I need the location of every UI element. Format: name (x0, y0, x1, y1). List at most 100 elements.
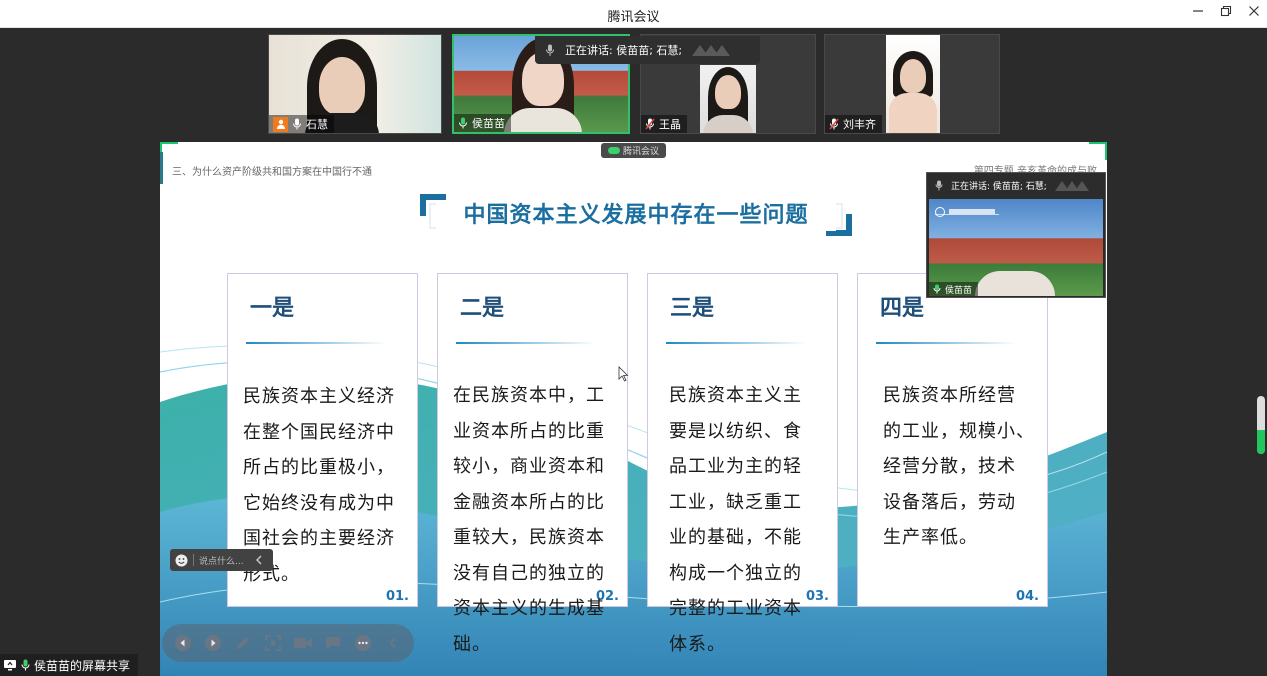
card-body-line: 要是以纺织、食 (669, 420, 802, 442)
screenshot-icon (265, 635, 281, 651)
participant-name: 侯苗苗 (472, 117, 505, 130)
microphone-active-icon (21, 659, 30, 671)
participant-face (319, 57, 365, 115)
emoji-icon[interactable] (175, 554, 188, 567)
close-icon (1249, 6, 1259, 16)
card-body-line: 构成一个独立的 (669, 562, 802, 584)
card-title: 三是 (670, 295, 715, 321)
app-badge-label: 腾讯会议 (622, 147, 659, 157)
screen-share-icon (4, 660, 16, 671)
participant-name: 王晶 (659, 118, 681, 131)
participant-namebar: 侯苗苗 (929, 282, 979, 296)
heading-box: 中国资本主义发展中存在一些问题 (420, 194, 852, 236)
minimize-button[interactable] (1186, 2, 1210, 24)
microphone-muted-icon (645, 118, 655, 130)
floating-video-header: 正在讲话: 侯苗苗; 石慧; (927, 173, 1105, 197)
speaking-wave-icon (1054, 181, 1089, 191)
avatar-icon (273, 116, 288, 132)
card-title: 二是 (460, 295, 505, 321)
title-bar: 腾讯会议 (0, 0, 1267, 28)
floating-video-window[interactable]: 正在讲话: 侯苗苗; 石慧; 侯苗苗 (926, 172, 1106, 298)
collapse-toolbar-button[interactable] (382, 632, 404, 654)
speaking-text: 正在讲话: 侯苗苗; 石慧; (951, 181, 1047, 192)
participant-namebar: 侯苗苗 (454, 114, 511, 132)
microphone-icon (546, 44, 554, 56)
restore-button[interactable] (1214, 2, 1238, 24)
card-body-line: 经营分散，技术 (883, 456, 1016, 477)
floating-video-feed: 侯苗苗 (929, 199, 1103, 296)
more-button[interactable] (352, 632, 374, 654)
screen-share-label: 侯苗苗的屏幕共享 (0, 654, 138, 676)
card-divider (876, 342, 1016, 344)
participant-body (889, 93, 937, 133)
school-logo (935, 203, 999, 217)
card-divider (246, 342, 386, 344)
card-body-line: 资本主义的生成基 (453, 598, 605, 619)
previous-icon (175, 635, 191, 651)
close-button[interactable] (1242, 2, 1266, 24)
previous-page-button[interactable] (172, 632, 194, 654)
card-body: 在民族资本中，工 业资本所占的比重 较小，商业资本和 金融资本所占的比 重较大，… (453, 378, 605, 662)
card-body-line: 它始终没有成为中 (243, 492, 395, 514)
participant-tile[interactable]: 刘丰齐 (824, 34, 1000, 134)
card-title: 一是 (250, 295, 295, 321)
card-body-line: 民族资本主义主 (669, 385, 802, 406)
camera-button[interactable] (292, 632, 314, 654)
microphone-active-icon (459, 117, 467, 129)
speaking-text: 正在讲话: 侯苗苗; 石慧; (565, 44, 683, 57)
participant-face (715, 75, 741, 109)
minimize-icon (1193, 10, 1203, 12)
screenshot-button[interactable] (262, 632, 284, 654)
chat-input[interactable]: 说点什么... (170, 549, 273, 571)
volume-indicator[interactable] (1257, 396, 1265, 454)
tencent-meeting-icon (607, 147, 620, 154)
card-body-line: 业的基础，不能 (669, 527, 802, 548)
restore-icon (1220, 5, 1232, 17)
card-number: 03. (805, 589, 829, 604)
card-number: 04. (1015, 589, 1039, 604)
card-divider (456, 342, 596, 344)
annotation-toolbar (162, 624, 414, 662)
card-body-line: 在整个国民经济中 (243, 421, 395, 443)
chat-icon (326, 637, 340, 649)
volume-level (1257, 430, 1265, 454)
card-body-line: 在民族资本中，工 (453, 385, 605, 406)
participant-body (975, 271, 1055, 296)
participant-namebar: 刘丰齐 (825, 115, 882, 133)
cursor-icon (618, 366, 629, 382)
card-body-line: 没有自己的独立的 (453, 562, 605, 584)
chat-placeholder: 说点什么... (199, 556, 244, 567)
participant-name: 石慧 (306, 118, 328, 131)
card-body-line: 体系。 (669, 633, 726, 655)
participant-name: 刘丰齐 (843, 118, 876, 131)
participant-body (504, 108, 582, 132)
divider (193, 554, 194, 566)
card-divider (666, 342, 806, 344)
breadcrumb: 三、为什么资产阶级共和国方案在中国行不通 (172, 167, 372, 178)
window-title: 腾讯会议 (607, 10, 660, 25)
card-body-line: 的工业，规模小、 (883, 420, 1035, 442)
card-body-line: 设备落后，劳动 (883, 491, 1016, 513)
card-body-line: 工业，缺乏重工 (669, 491, 802, 513)
slide-heading: 中国资本主义发展中存在一些问题 (436, 201, 836, 231)
speaking-indicator: 正在讲话: 侯苗苗; 石慧; (535, 36, 760, 64)
card-body-line: 民族资本所经营 (883, 385, 1016, 406)
speaking-wave-icon (692, 45, 731, 56)
annotate-button[interactable] (232, 632, 254, 654)
chat-button[interactable] (322, 632, 344, 654)
card-body-line: 金融资本所占的比 (453, 491, 605, 513)
card-body-line: 业资本所占的比重 (453, 420, 605, 442)
card-body-line: 民族资本主义经济 (243, 386, 395, 407)
participant-tile[interactable]: 石慧 (268, 34, 442, 134)
chevron-left-icon[interactable] (255, 555, 263, 565)
card-body-line: 完整的工业资本 (669, 598, 802, 619)
pencil-icon (237, 637, 249, 649)
card-body-line: 生产率低。 (883, 527, 978, 548)
card-body-line: 较小，商业资本和 (453, 456, 605, 477)
chevron-left-icon (389, 637, 396, 649)
participant-namebar: 石慧 (269, 115, 334, 133)
next-page-button[interactable] (202, 632, 224, 654)
card-body: 民族资本所经营 的工业，规模小、 经营分散，技术 设备落后，劳动 生产率低。 (883, 378, 1035, 556)
app-badge: 腾讯会议 (601, 143, 666, 158)
card-title: 四是 (880, 295, 925, 321)
